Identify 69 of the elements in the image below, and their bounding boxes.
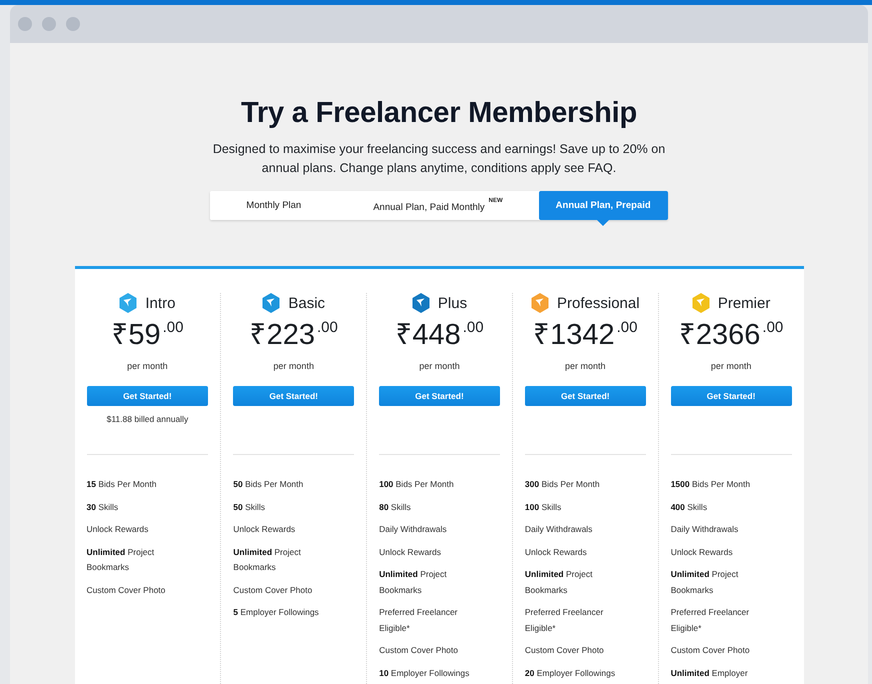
plan-name: Professional	[557, 294, 640, 312]
get-started-button[interactable]: Get Started!	[233, 386, 354, 406]
plan-feature: Unlock Rewards	[379, 546, 442, 558]
plan-price: ₹223	[250, 318, 315, 353]
plan-feature: 400 Skills	[670, 500, 708, 514]
plan-feature: Preferred Freelancer Eligible*	[379, 606, 459, 635]
get-started-button[interactable]: Get Started!	[524, 386, 646, 406]
plan-feature: 5 Employer Followings	[233, 606, 320, 619]
plan-feature: Unlimited Project Bookmarks	[670, 568, 740, 596]
plan-feature: 30 Skills	[86, 500, 120, 514]
plan-feature: 80 Skills	[379, 500, 412, 514]
plan-feature: Unlock Rewards	[670, 546, 734, 558]
plan-name: Intro	[145, 294, 176, 312]
plan-feature: Unlimited Project Bookmarks	[233, 546, 302, 574]
get-started-button[interactable]: Get Started!	[86, 386, 208, 406]
price-cents: .00	[162, 319, 184, 336]
window-control-dot[interactable]	[42, 17, 56, 31]
plan-price: ₹1342	[533, 318, 615, 353]
plan-feature: 20 Employer Followings	[524, 666, 616, 680]
page-subtitle: Designed to maximise your freelancing success and earnings! Save up to 20% on annual plans. Change plans anytime, conditions apply see FAQ.	[212, 141, 666, 177]
plan-feature: 50 Skills	[233, 500, 266, 514]
plan-name: Premier	[718, 294, 770, 312]
plan-feature: 50 Bids Per Month	[233, 478, 304, 491]
price-period: per month	[272, 361, 315, 371]
plan-price: ₹2366	[678, 318, 760, 353]
plan-feature: 1500 Bids Per Month	[670, 478, 752, 491]
plan-feature: 300 Bids Per Month	[524, 478, 601, 491]
plan-feature: Unlimited Project Bookmarks	[524, 568, 594, 596]
plan-tab[interactable]: Monthly Plan	[210, 191, 338, 220]
plan-feature: Custom Cover Photo	[524, 644, 605, 657]
price-cents: .00	[316, 319, 338, 336]
plan-feature: 100 Bids Per Month	[379, 478, 455, 491]
page-title: Try a Freelancer Membership	[241, 97, 637, 130]
tab-pointer-icon	[597, 220, 610, 226]
plan-feature: Unlock Rewards	[524, 546, 588, 558]
plan-feature: Unlimited Project Bookmarks	[379, 568, 448, 596]
price-period: per month	[564, 361, 607, 371]
plan-feature: Custom Cover Photo	[233, 584, 314, 596]
plan-feature: Daily Withdrawals	[670, 523, 740, 536]
plan-feature: Daily Withdrawals	[524, 523, 594, 536]
plan-feature: Preferred Freelancer Eligible*	[670, 606, 750, 635]
plan-feature: Unlock Rewards	[86, 523, 150, 536]
plan-feature: Preferred Freelancer Eligible*	[524, 606, 604, 635]
plan-tab[interactable]: Annual Plan, Paid Monthly $^{NEW}$	[337, 191, 539, 220]
plan-feature: Unlimited Project Bookmarks	[86, 546, 156, 574]
price-period: per month	[710, 361, 752, 371]
plan-feature: Unlock Rewards	[233, 523, 296, 536]
price-period: per month	[126, 361, 169, 371]
plan-feature: 15 Bids Per Month	[86, 478, 158, 491]
plan-price: ₹59	[111, 318, 161, 353]
window-control-dot[interactable]	[18, 17, 32, 31]
price-period: per month	[418, 361, 461, 371]
plan-feature: Unlimited Employer	[670, 666, 749, 680]
plan-feature: 10 Employer Followings	[379, 666, 470, 680]
billing-note: $11.88 billed annually	[106, 414, 190, 424]
plan-feature: Custom Cover Photo	[379, 644, 459, 657]
price-cents: .00	[616, 319, 638, 336]
plan-name: Basic	[288, 294, 326, 312]
get-started-button[interactable]: Get Started!	[379, 386, 500, 406]
price-cents: .00	[762, 319, 784, 336]
price-cents: .00	[462, 319, 484, 336]
plan-feature: Custom Cover Photo	[86, 584, 166, 596]
plan-feature: Custom Cover Photo	[670, 644, 751, 657]
plan-feature: Daily Withdrawals	[379, 523, 448, 536]
plan-feature: 100 Skills	[524, 500, 562, 514]
plan-name: Plus	[438, 294, 468, 312]
plan-price: ₹448	[395, 318, 461, 353]
get-started-button[interactable]: Get Started!	[670, 386, 792, 406]
window-control-dot[interactable]	[66, 17, 80, 31]
